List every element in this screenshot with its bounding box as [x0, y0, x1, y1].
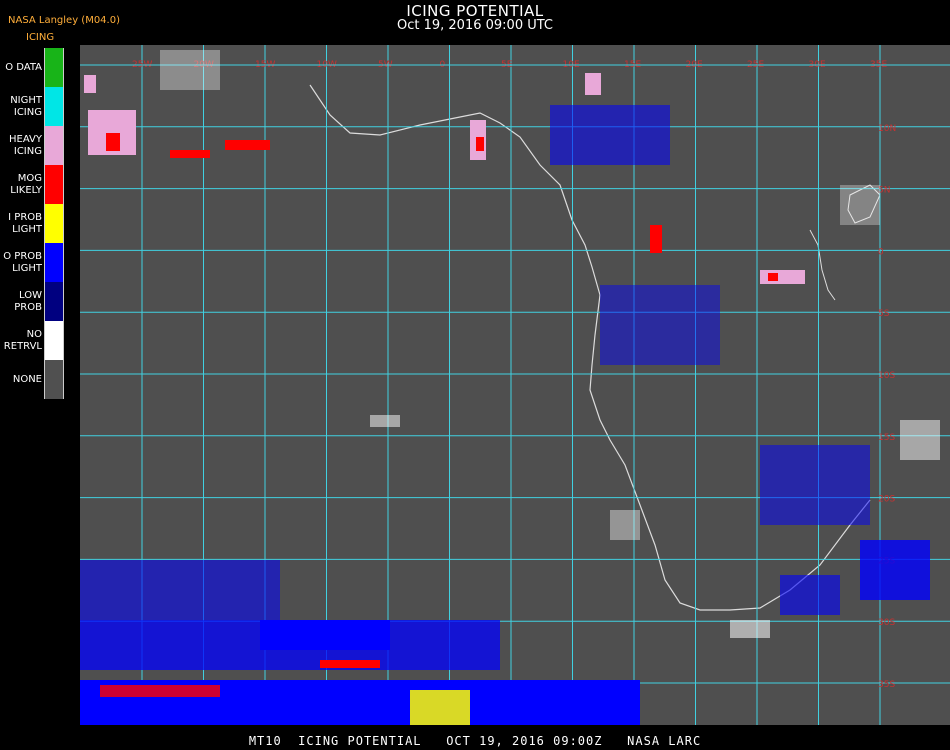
- latitude-label: 20S: [878, 495, 895, 505]
- legend-label: I PROB LIGHT: [8, 211, 42, 235]
- satellite-map[interactable]: 25W 20W 15W 10W 5W 0 5E 10E 15E 20E 25E 30E 35E 10N 5N…: [80, 45, 950, 725]
- legend-swatch: [44, 87, 64, 126]
- legend-label: O DATA: [5, 61, 42, 73]
- prob-light-region: [550, 105, 670, 165]
- no-retrieval-patch: [370, 415, 400, 427]
- legend-item: MOG LIKELY: [0, 165, 66, 204]
- legend-label: MOG LIKELY: [10, 172, 42, 196]
- latitude-label: 35S: [878, 680, 895, 690]
- no-retrieval-patch: [610, 510, 640, 540]
- producer-label: NASA Langley (M04.0): [8, 15, 120, 26]
- latitude-label: 30S: [878, 618, 895, 628]
- footer-caption: MT10 ICING POTENTIAL OCT 19, 2016 09:00Z…: [248, 734, 702, 748]
- legend-item: NONE: [0, 360, 66, 399]
- southern-belt: [260, 620, 390, 650]
- legend-item: HEAVY ICING: [0, 126, 66, 165]
- legend-title: ICING: [26, 32, 55, 43]
- mog-patch: [650, 225, 662, 253]
- legend-item: NIGHT ICING: [0, 87, 66, 126]
- legend-label: O PROB LIGHT: [3, 250, 42, 274]
- latitude-label: 10N: [878, 124, 896, 134]
- heavy-icing-patch: [84, 75, 96, 93]
- mog-band: [320, 660, 380, 668]
- legend-item: O PROB LIGHT: [0, 243, 66, 282]
- legend-item: O DATA: [0, 48, 66, 87]
- legend-label: NIGHT ICING: [10, 94, 42, 118]
- legend-label: NONE: [12, 373, 42, 385]
- no-retrieval-patch: [840, 185, 880, 225]
- legend-item: I PROB LIGHT: [0, 204, 66, 243]
- latitude-label: 10S: [878, 371, 895, 381]
- no-retrieval-patch: [160, 50, 220, 90]
- lake-outline: [809, 229, 836, 301]
- heavy-icing-patch: [760, 270, 805, 284]
- icing-patches: [80, 50, 940, 725]
- prob-light-region: [860, 540, 930, 600]
- mog-patch: [476, 137, 484, 151]
- legend-item: LOW PROB: [0, 282, 66, 321]
- icing-map-window: ICING POTENTIAL Oct 19, 2016 09:00 UTC N…: [0, 0, 950, 750]
- prob-light-region: [760, 445, 870, 525]
- legend-swatch: [44, 282, 64, 321]
- mog-patch: [225, 140, 270, 150]
- legend-swatch: [44, 48, 64, 87]
- mog-patch: [170, 150, 210, 158]
- prob-light-region: [600, 285, 720, 365]
- legend-swatch: [44, 360, 64, 399]
- legend-item: NO RETRVL: [0, 321, 66, 360]
- light-band: [410, 690, 470, 725]
- legend-label: NO RETRVL: [3, 328, 42, 352]
- legend-swatch: [44, 126, 64, 165]
- latitude-label: 5S: [878, 309, 890, 319]
- no-retrieval-patch: [900, 420, 940, 460]
- latitude-label: 15S: [878, 433, 895, 443]
- legend-swatch: [44, 243, 64, 282]
- latitude-label: 0: [878, 247, 884, 257]
- no-retrieval-patch: [730, 620, 770, 638]
- mog-patch: [106, 133, 120, 151]
- map-canvas: 25W 20W 15W 10W 5W 0 5E 10E 15E 20E 25E 30E 35E10N5N…: [80, 45, 950, 725]
- southern-belt: [80, 560, 280, 620]
- legend-swatch: [44, 321, 64, 360]
- prob-light-region: [780, 575, 840, 615]
- legend-label: HEAVY ICING: [9, 133, 42, 157]
- legend: O DATA NIGHT ICING HEAVY ICING MOG LIKELY I …: [0, 48, 66, 402]
- legend-swatch: [44, 165, 64, 204]
- legend-swatch: [44, 204, 64, 243]
- page-subtitle: Oct 19, 2016 09:00 UTC: [397, 18, 553, 33]
- legend-label: LOW PROB: [14, 289, 42, 313]
- heavy-icing-patch: [585, 73, 601, 95]
- mog-patch: [768, 273, 778, 281]
- mog-band: [100, 685, 220, 697]
